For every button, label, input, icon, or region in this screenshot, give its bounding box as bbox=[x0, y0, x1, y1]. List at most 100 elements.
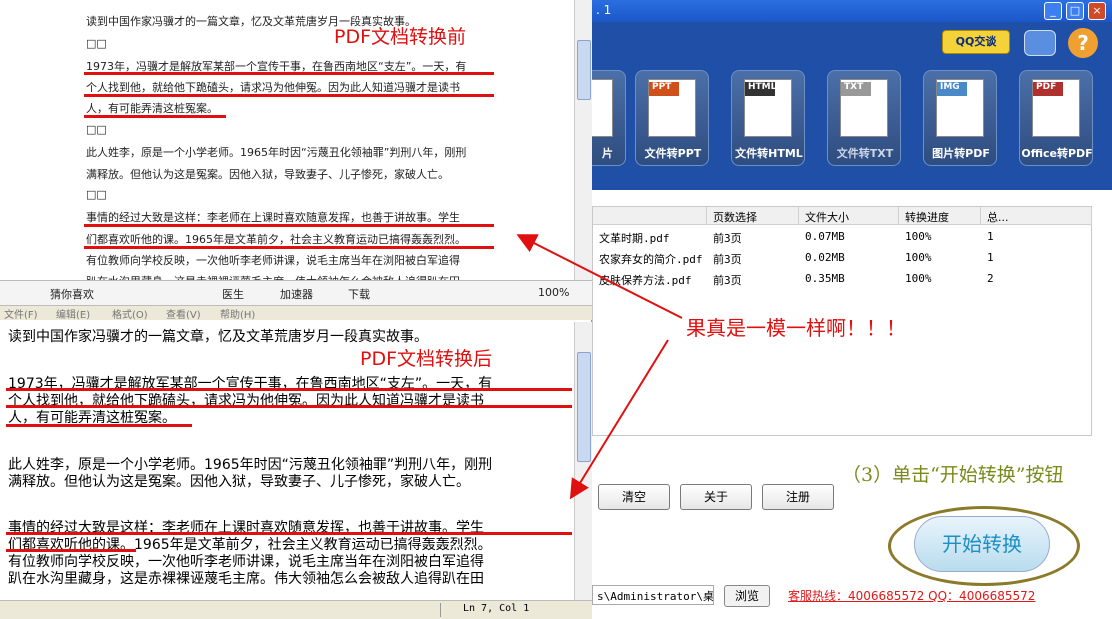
menu-file[interactable]: 文件(F) bbox=[4, 306, 38, 321]
doc-line: 事情的经过大致是这样：李老师在上课时喜欢随意发挥，也善于讲故事。学生 bbox=[86, 211, 460, 224]
tool-to-html[interactable]: HTML 文件转HTML bbox=[731, 70, 805, 166]
cursor-position: Ln 7, Col 1 bbox=[440, 603, 590, 617]
cell-total: 2 bbox=[987, 272, 994, 285]
notepad-after-window: 文件(F) 编辑(E) 格式(O) 查看(V) 帮助(H) 读到中国作家冯骥才的… bbox=[0, 306, 592, 619]
ppt-icon: PPT bbox=[648, 79, 696, 137]
cell-filename: 皮肤保养方法.pdf bbox=[599, 274, 692, 287]
tool-label: 图片转PDF bbox=[932, 147, 990, 160]
start-convert-button[interactable]: 开始转换 bbox=[914, 516, 1050, 572]
highlight-underline bbox=[84, 246, 494, 249]
cell-total: 1 bbox=[987, 251, 994, 264]
output-path-field[interactable]: s\Administrator\桌面 bbox=[592, 585, 714, 605]
download-button[interactable]: 下载 bbox=[348, 286, 370, 302]
about-button[interactable]: 关于 bbox=[680, 484, 752, 510]
col-total[interactable]: 总... bbox=[981, 207, 1092, 225]
tool-label: 文件转HTML bbox=[735, 147, 803, 160]
table-row[interactable]: 皮肤保养方法.pdf 前3页 0.35MB 100% 2 bbox=[593, 269, 1091, 289]
highlight-underline bbox=[6, 549, 136, 552]
zoom-level[interactable]: 100% bbox=[538, 286, 569, 299]
menu-view[interactable]: 查看(V) bbox=[166, 306, 201, 321]
pdf-tag: PDF bbox=[1033, 82, 1063, 96]
col-progress[interactable]: 转换进度 bbox=[899, 207, 981, 225]
ppt-tag: PPT bbox=[649, 82, 679, 96]
col-size[interactable]: 文件大小 bbox=[799, 207, 899, 225]
doc-line: 个人找到他，就给他下跪磕头，请求冯为他伸冤。因为此人知道冯骥才是读书 bbox=[86, 81, 460, 94]
doc-line: 满释放。但他认为这是冤案。因他入狱，导致妻子、儿子惨死，家破人亡。 bbox=[86, 168, 449, 181]
txt-icon: TXT bbox=[840, 79, 888, 137]
doc-line: □□ bbox=[86, 37, 107, 50]
scrollbar-vertical[interactable] bbox=[574, 322, 592, 600]
cell-total: 1 bbox=[987, 230, 994, 243]
img-icon: IMG bbox=[936, 79, 984, 137]
step3-instruction: （3）单击“开始转换”按钮 bbox=[842, 464, 1064, 486]
cell-filename: 农家弃女的简介.pdf bbox=[599, 253, 703, 266]
doc-line: 有位教师向学校反映，一次他听李老师讲课，说毛主席当年在浏阳被白军追得 bbox=[86, 254, 460, 267]
highlight-underline bbox=[84, 94, 494, 97]
help-icon[interactable]: ? bbox=[1068, 28, 1098, 58]
comparison-annotation: 果真是一模一样啊！！！ bbox=[686, 316, 906, 340]
tool-to-ppt[interactable]: PPT 文件转PPT bbox=[635, 70, 709, 166]
col-filename[interactable] bbox=[593, 207, 707, 225]
qq-chat-button[interactable]: QQ交谈 bbox=[942, 30, 1010, 54]
register-button[interactable]: 注册 bbox=[762, 484, 834, 510]
highlight-underline bbox=[84, 72, 494, 75]
cell-pages: 前3页 bbox=[713, 253, 742, 266]
tool-header: QQ交谈 ? 片 PPT 文件转PPT HTML 文件转HTML TXT 文件转… bbox=[552, 22, 1112, 190]
cell-progress: 100% bbox=[905, 230, 932, 243]
after-label: PDF文档转换后 bbox=[360, 348, 493, 370]
maximize-button[interactable]: □ bbox=[1066, 2, 1084, 20]
browser-status-toolbar: 猜你喜欢 医生 加速器 下载 100% bbox=[0, 280, 592, 306]
text-line: 满释放。但他认为这是冤案。因他入狱，导致妻子、儿子惨死，家破人亡。 bbox=[8, 474, 470, 490]
menu-bar: 文件(F) 编辑(E) 格式(O) 查看(V) 帮助(H) bbox=[0, 306, 592, 321]
cell-size: 0.07MB bbox=[805, 230, 845, 243]
tool-label: Office转PDF bbox=[1021, 147, 1093, 160]
tool-to-txt[interactable]: TXT 文件转TXT bbox=[827, 70, 901, 166]
pdf-before-window: 读到中国作家冯骥才的一篇文章，忆及文革荒唐岁月一段真实故事。 □□ 1973年，… bbox=[0, 0, 592, 306]
doc-line: 人，有可能弄清这桩冤案。 bbox=[86, 102, 218, 115]
doc-line: □□ bbox=[86, 188, 107, 201]
menu-edit[interactable]: 编辑(E) bbox=[56, 306, 90, 321]
cell-progress: 100% bbox=[905, 251, 932, 264]
text-line: 趴在水沟里藏身，这是赤裸裸诬蔑毛主席。伟大领袖怎么会被敌人追得趴在田 bbox=[8, 571, 484, 587]
guess-you-like[interactable]: 猜你喜欢 bbox=[50, 286, 94, 302]
tool-office-to-pdf[interactable]: PDF Office转PDF bbox=[1019, 70, 1093, 166]
scrollbar-vertical[interactable] bbox=[574, 0, 592, 280]
table-row[interactable]: 农家弃女的简介.pdf 前3页 0.02MB 100% 1 bbox=[593, 248, 1091, 268]
cell-filename: 文革时期.pdf bbox=[599, 232, 670, 245]
accelerator-button[interactable]: 加速器 bbox=[280, 286, 313, 302]
txt-tag: TXT bbox=[841, 82, 871, 96]
scrollbar-thumb[interactable] bbox=[577, 352, 591, 462]
highlight-underline bbox=[6, 388, 572, 391]
doc-line: 此人姓李，原是一个小学老师。1965年时因“污蔑丑化领袖罪”判刑八年，刚刑 bbox=[86, 146, 467, 159]
status-bar: Ln 7, Col 1 bbox=[0, 600, 592, 619]
cell-pages: 前3页 bbox=[713, 232, 742, 245]
col-pages[interactable]: 页数选择 bbox=[707, 207, 799, 225]
img-tag: IMG bbox=[937, 82, 967, 96]
doc-line: □□ bbox=[86, 123, 107, 136]
highlight-underline bbox=[84, 224, 494, 227]
browse-button[interactable]: 浏览 bbox=[724, 585, 770, 607]
menu-help[interactable]: 帮助(H) bbox=[220, 306, 255, 321]
before-label: PDF文档转换前 bbox=[334, 26, 467, 48]
chat-icon[interactable] bbox=[1024, 30, 1056, 56]
cell-size: 0.02MB bbox=[805, 251, 845, 264]
doc-line: 们都喜欢听他的课。1965年是文革前夕，社会主义教育运动已搞得轰轰烈烈。 bbox=[86, 233, 466, 246]
highlight-underline bbox=[84, 115, 226, 118]
html-tag: HTML bbox=[745, 82, 776, 96]
close-button[interactable]: × bbox=[1088, 2, 1106, 20]
highlight-underline bbox=[6, 405, 572, 408]
app-title: . 1 bbox=[596, 3, 612, 17]
minimize-button[interactable]: _ bbox=[1044, 2, 1062, 20]
service-hotline-link[interactable]: 客服热线：4006685572 QQ：4006685572 bbox=[788, 587, 1035, 604]
scrollbar-thumb[interactable] bbox=[577, 40, 591, 100]
html-icon: HTML bbox=[744, 79, 792, 137]
cell-progress: 100% bbox=[905, 272, 932, 285]
highlight-underline bbox=[6, 532, 572, 535]
converter-app-window: . 1 _ □ × QQ交谈 ? 片 PPT 文件转PPT HTML 文件转HT… bbox=[552, 0, 1112, 619]
clear-button[interactable]: 清空 bbox=[598, 484, 670, 510]
doctor-button[interactable]: 医生 bbox=[222, 286, 244, 302]
menu-format[interactable]: 格式(O) bbox=[112, 306, 148, 321]
tool-image-to-pdf[interactable]: IMG 图片转PDF bbox=[923, 70, 997, 166]
table-row[interactable]: 文革时期.pdf 前3页 0.07MB 100% 1 bbox=[593, 227, 1091, 247]
highlight-underline bbox=[6, 424, 192, 427]
